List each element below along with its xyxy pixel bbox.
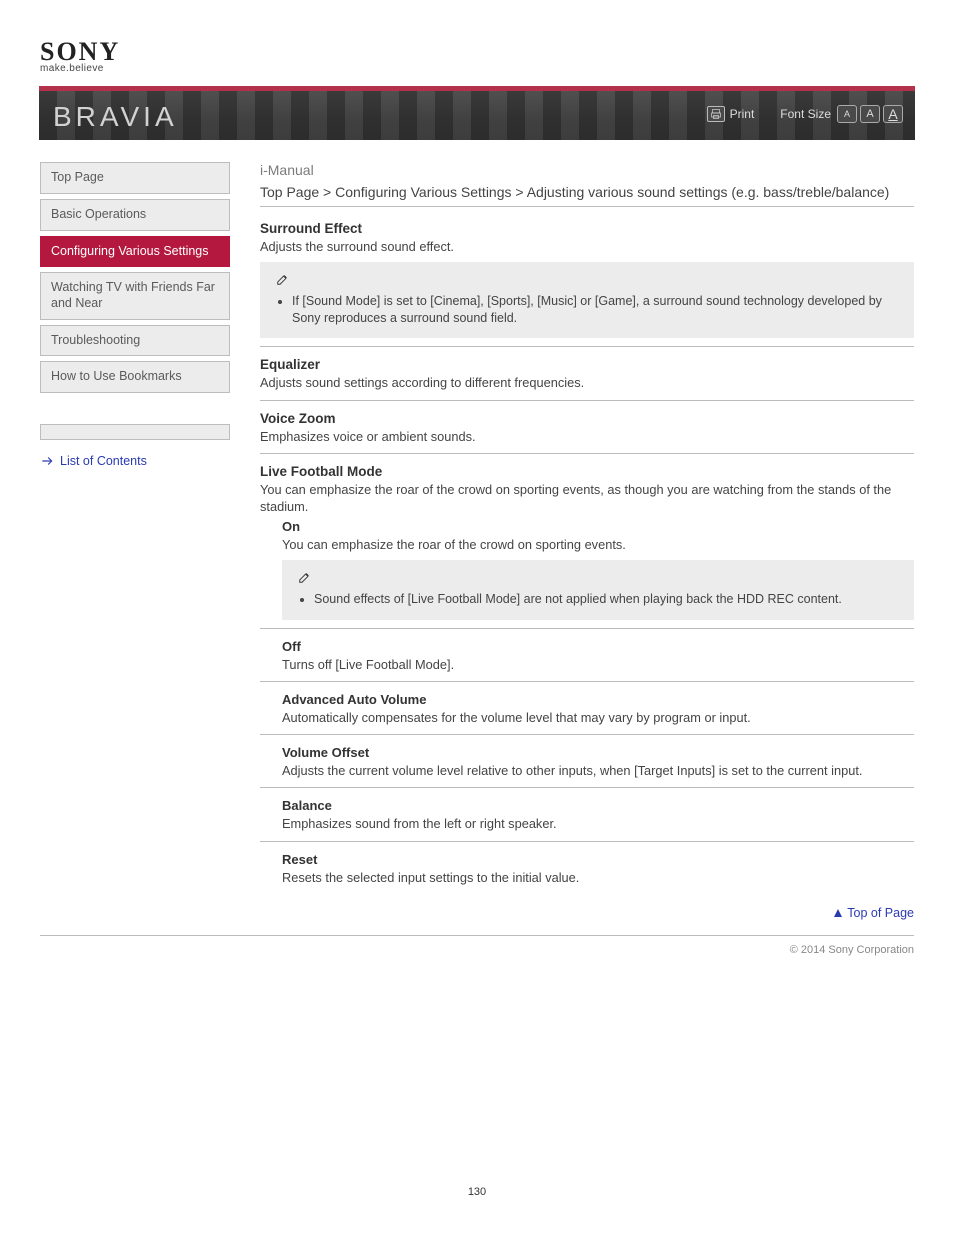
subopt-adv-auto-volume: Advanced Auto Volume Automatically compe…	[282, 692, 914, 726]
sidebar-item-configuring[interactable]: Configuring Various Settings	[40, 236, 230, 268]
option-live-football: Live Football Mode You can emphasize the…	[260, 464, 914, 886]
breadcrumb: Top Page > Configuring Various Settings …	[260, 184, 914, 207]
divider	[260, 681, 914, 682]
option-heading: Equalizer	[260, 357, 914, 372]
font-size-label: Font Size	[780, 107, 831, 121]
note-icon	[296, 570, 314, 584]
print-button[interactable]: Print	[707, 106, 755, 122]
top-of-page-label: Top of Page	[847, 906, 914, 920]
option-description: Adjusts the surround sound effect.	[260, 238, 914, 255]
option-description: You can emphasize the roar of the crowd …	[282, 536, 914, 553]
sidebar-item-how-to-bookmarks[interactable]: How to Use Bookmarks	[40, 361, 230, 393]
option-heading: Advanced Auto Volume	[282, 692, 914, 707]
print-icon	[707, 106, 725, 122]
main-content: i-Manual Top Page > Configuring Various …	[260, 162, 914, 921]
option-heading: Volume Offset	[282, 745, 914, 760]
top-of-page-link[interactable]: Top of Page	[833, 906, 914, 920]
sidebar-item-label: Troubleshooting	[51, 333, 140, 347]
divider	[260, 787, 914, 788]
brand-tagline: make.believe	[40, 63, 914, 74]
subopt-volume-offset: Volume Offset Adjusts the current volume…	[282, 745, 914, 779]
option-description: Resets the selected input settings to th…	[282, 869, 914, 886]
option-voice-zoom: Voice Zoom Emphasizes voice or ambient s…	[260, 411, 914, 445]
model-title: i-Manual	[260, 162, 914, 178]
sidebar-item-list-contents-box[interactable]	[40, 424, 230, 440]
divider	[260, 734, 914, 735]
note-box: Sound effects of [Live Football Mode] ar…	[282, 560, 914, 620]
option-heading: Live Football Mode	[260, 464, 914, 479]
print-label: Print	[730, 107, 755, 121]
header-banner: BRAVIA Print Font Size A A A	[39, 86, 915, 140]
option-description: Adjusts the current volume level relativ…	[282, 762, 914, 779]
font-size-small[interactable]: A	[837, 105, 857, 123]
copyright-text: © 2014 Sony Corporation	[40, 944, 914, 956]
sidebar-item-top-page[interactable]: Top Page	[40, 162, 230, 194]
option-heading: Balance	[282, 798, 914, 813]
option-description: Turns off [Live Football Mode].	[282, 656, 914, 673]
divider	[260, 628, 914, 629]
option-surround-effect: Surround Effect Adjusts the surround sou…	[260, 221, 914, 338]
page-number: 130	[40, 1186, 914, 1198]
sidebar-item-label: Watching TV with Friends Far and Near	[51, 280, 215, 310]
font-size-large[interactable]: A	[883, 105, 903, 123]
option-heading: Off	[282, 639, 914, 654]
divider	[260, 841, 914, 842]
subopt-on: On You can emphasize the roar of the cro…	[282, 519, 914, 553]
option-heading: On	[282, 519, 914, 534]
subopt-balance: Balance Emphasizes sound from the left o…	[282, 798, 914, 832]
list-of-contents-link[interactable]: List of Contents	[40, 454, 230, 468]
sidebar-item-basic-operations[interactable]: Basic Operations	[40, 199, 230, 231]
subopt-reset: Reset Resets the selected input settings…	[282, 852, 914, 886]
triangle-up-icon	[833, 908, 843, 918]
sidebar-item-label: How to Use Bookmarks	[51, 369, 182, 383]
footer-divider	[40, 935, 914, 936]
note-text: If [Sound Mode] is set to [Cinema], [Spo…	[292, 293, 900, 327]
sidebar-item-label: Top Page	[51, 170, 104, 184]
divider	[260, 400, 914, 401]
sidebar-item-watching-friends[interactable]: Watching TV with Friends Far and Near	[40, 272, 230, 319]
subopt-off: Off Turns off [Live Football Mode].	[282, 639, 914, 673]
option-equalizer: Equalizer Adjusts sound settings accordi…	[260, 357, 914, 391]
option-description: Automatically compensates for the volume…	[282, 709, 914, 726]
note-box: If [Sound Mode] is set to [Cinema], [Spo…	[260, 262, 914, 339]
font-size-medium[interactable]: A	[860, 105, 880, 123]
option-heading: Reset	[282, 852, 914, 867]
divider	[260, 346, 914, 347]
sony-logo-block: SONY make.believe	[40, 40, 914, 74]
option-heading: Surround Effect	[260, 221, 914, 236]
note-icon	[274, 272, 292, 286]
sidebar-item-label: Basic Operations	[51, 207, 146, 221]
option-heading: Voice Zoom	[260, 411, 914, 426]
option-description: Adjusts sound settings according to diff…	[260, 374, 914, 391]
note-text: Sound effects of [Live Football Mode] ar…	[314, 591, 900, 608]
sidebar-item-label: Configuring Various Settings	[51, 244, 209, 258]
sidebar-item-troubleshooting[interactable]: Troubleshooting	[40, 325, 230, 357]
sidebar-nav: Top Page Basic Operations Configuring Va…	[40, 162, 230, 467]
option-description: Emphasizes sound from the left or right …	[282, 815, 914, 832]
option-description: You can emphasize the roar of the crowd …	[260, 481, 914, 516]
arrow-right-icon	[40, 454, 54, 468]
option-description: Emphasizes voice or ambient sounds.	[260, 428, 914, 445]
list-of-contents-label: List of Contents	[60, 454, 147, 468]
divider	[260, 453, 914, 454]
brand-logo: SONY	[40, 40, 914, 63]
